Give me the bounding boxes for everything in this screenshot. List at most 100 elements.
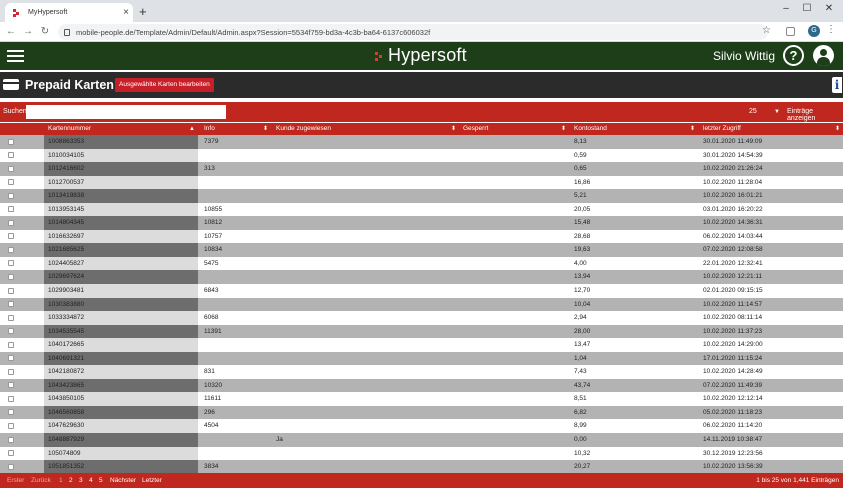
table-row[interactable]: 1021685625 10834 19,63 07.02.2020 12:08:58 (0, 243, 843, 257)
row-checkbox[interactable] (8, 382, 14, 389)
cell-kontostand: 5,21 (574, 192, 587, 200)
pagination-next[interactable]: Nächster (110, 473, 136, 488)
cell-letzter-zugriff: 22.01.2020 12:32:41 (703, 259, 763, 267)
table-row[interactable]: 1034535545 11391 28,00 10.02.2020 11:37:23 (0, 324, 843, 339)
table-row[interactable]: 1029903481 6843 12,70 02.01.2020 09:15:15 (0, 284, 843, 298)
browser-tab[interactable]: MyHypersoft × (5, 3, 133, 22)
sort-icon: ⬍ (560, 126, 566, 132)
column-header-kontostand[interactable]: Kontostand ⬍ (574, 123, 698, 135)
bookmark-star-icon[interactable]: ☆ (762, 25, 771, 36)
row-checkbox[interactable] (8, 179, 14, 186)
table-row[interactable]: 1014804345 10812 15,48 10.02.2020 14:36:31 (0, 216, 843, 230)
user-account-icon[interactable] (813, 45, 834, 66)
row-checkbox[interactable] (8, 273, 14, 280)
pagination-previous[interactable]: Zurück (31, 473, 51, 488)
row-checkbox[interactable] (8, 152, 14, 159)
address-bar[interactable]: mobile-people.de/Template/Admin/Default/… (58, 24, 768, 40)
table-row[interactable]: 1008863353 7379 8,13 30.01.2020 11:49:09 (0, 135, 843, 149)
cell-kontostand: 15,48 (574, 219, 591, 227)
row-checkbox[interactable] (8, 260, 14, 267)
profile-avatar[interactable]: G (808, 25, 820, 37)
row-checkbox[interactable] (8, 395, 14, 402)
table-row[interactable]: 1048887929 Ja 0,00 14.11.2019 10:38:47 (0, 433, 843, 447)
row-select-cell (0, 351, 44, 366)
forward-arrow-icon[interactable]: → (21, 24, 35, 39)
pagination-first[interactable]: Erster (7, 473, 24, 488)
row-checkbox[interactable] (8, 463, 14, 470)
cell-letzter-zugriff: 10.02.2020 13:56:39 (703, 463, 763, 471)
pagination-page-5[interactable]: 5 (99, 473, 103, 488)
pagination-page-3[interactable]: 3 (79, 473, 83, 488)
row-checkbox[interactable] (8, 368, 14, 375)
cell-kontostand: 28,68 (574, 232, 591, 240)
table-row[interactable]: 1013953145 10855 20,05 03.01.2020 16:20:22 (0, 202, 843, 217)
pagination-last[interactable]: Letzter (142, 473, 162, 488)
row-checkbox[interactable] (8, 355, 14, 362)
row-checkbox[interactable] (8, 138, 14, 145)
column-header-kartennummer[interactable]: Kartennummer ▲ (48, 123, 198, 135)
window-close-button[interactable]: ✕ (819, 2, 839, 16)
cell-kartennummer: 1024405827 (48, 259, 85, 267)
row-select-cell (0, 216, 44, 230)
table-row[interactable]: 1029697624 13,94 10.02.2020 12:21:11 (0, 270, 843, 285)
column-header-gesperrt[interactable]: Gesperrt ⬍ (463, 123, 569, 135)
table-row[interactable]: 1012416602 313 0,65 10.02.2020 21:26:24 (0, 162, 843, 176)
cell-info: 11391 (204, 327, 222, 335)
table-row[interactable]: 1040691321 1,04 17.01.2020 11:15:24 (0, 351, 843, 366)
row-checkbox[interactable] (8, 328, 14, 335)
table-row[interactable]: 1012700537 16,86 10.02.2020 11:28:04 (0, 175, 843, 190)
new-tab-button[interactable]: + (139, 5, 147, 19)
pagination-page-2[interactable]: 2 (69, 473, 73, 488)
table-row[interactable]: 1046560858 296 6,82 05.02.2020 11:18:23 (0, 405, 843, 420)
table-row[interactable]: 1033334872 6068 2,94 10.02.2020 08:11:14 (0, 311, 843, 325)
edit-selected-cards-button[interactable]: Ausgewählte Karten bearbeiten (115, 78, 214, 92)
column-header-kunde[interactable]: Kunde zugewiesen ⬍ (276, 123, 459, 135)
row-checkbox[interactable] (8, 314, 14, 321)
row-checkbox[interactable] (8, 301, 14, 308)
table-row[interactable]: 1040172665 13,47 10.02.2020 14:29:00 (0, 338, 843, 352)
table-row[interactable]: 1043423865 10320 43,74 07.02.2020 11:49:39 (0, 378, 843, 393)
row-checkbox[interactable] (8, 246, 14, 253)
search-input[interactable] (26, 105, 226, 119)
extension-icon[interactable] (786, 27, 795, 36)
info-icon[interactable]: i (832, 77, 842, 93)
table-row[interactable]: 1016632697 10757 28,68 06.02.2020 14:03:44 (0, 229, 843, 244)
row-checkbox[interactable] (8, 287, 14, 294)
user-name[interactable]: Silvio Wittig (713, 49, 775, 63)
help-icon[interactable]: ? (783, 45, 804, 66)
browser-menu-icon[interactable]: ⋮ (826, 24, 836, 35)
table-row[interactable]: 105074809 10,32 30.12.2019 12:23:56 (0, 446, 843, 461)
table-row[interactable]: 1024405827 5475 4,00 22.01.2020 12:32:41 (0, 256, 843, 271)
back-arrow-icon[interactable]: ← (4, 24, 18, 39)
reload-icon[interactable]: ↻ (38, 24, 52, 39)
row-checkbox[interactable] (8, 219, 14, 226)
row-checkbox[interactable] (8, 450, 14, 457)
table-row[interactable]: 1043850105 11611 8,51 10.02.2020 12:12:14 (0, 392, 843, 406)
tab-close-icon[interactable]: × (119, 7, 133, 18)
row-checkbox[interactable] (8, 165, 14, 172)
cell-kartennummer: 1043423865 (48, 381, 85, 389)
table-row[interactable]: 1047629630 4504 8,99 06.02.2020 11:14:20 (0, 419, 843, 434)
row-checkbox[interactable] (8, 409, 14, 416)
column-header-letzter-zugriff[interactable]: letzter Zugriff ⬍ (703, 123, 843, 135)
row-checkbox[interactable] (8, 436, 14, 443)
table-row[interactable]: 1030383880 10,04 10.02.2020 11:14:57 (0, 297, 843, 312)
table-row[interactable]: 1051851352 3834 20,27 10.02.2020 13:56:39 (0, 460, 843, 474)
minimize-button[interactable]: – (776, 2, 796, 16)
credit-card-icon (3, 79, 19, 90)
row-checkbox[interactable] (8, 341, 14, 348)
column-header-info[interactable]: Info ⬍ (204, 123, 271, 135)
pagination-page-1[interactable]: 1 (59, 473, 63, 488)
table-row[interactable]: 1010034105 0,59 30.01.2020 14:54:39 (0, 148, 843, 163)
page-size-select[interactable]: 25 ▼ (742, 106, 782, 118)
row-checkbox[interactable] (8, 422, 14, 429)
row-checkbox[interactable] (8, 192, 14, 199)
row-checkbox[interactable] (8, 233, 14, 240)
maximize-button[interactable]: ☐ (797, 2, 817, 16)
table-row[interactable]: 1042180872 831 7,43 10.02.2020 14:28:49 (0, 365, 843, 379)
row-checkbox[interactable] (8, 206, 14, 213)
hamburger-menu-icon[interactable] (7, 50, 24, 62)
pagination-page-4[interactable]: 4 (89, 473, 93, 488)
table-row[interactable]: 1013419838 5,21 10.02.2020 16:01:21 (0, 189, 843, 203)
row-select-cell (0, 392, 44, 406)
